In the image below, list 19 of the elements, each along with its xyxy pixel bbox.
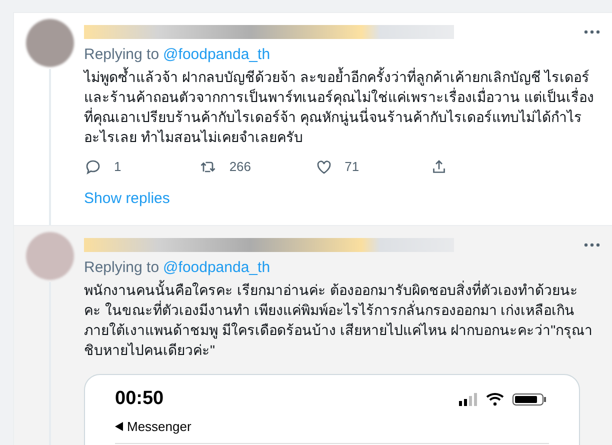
mention-link[interactable]: @foodpanda_th — [163, 45, 270, 65]
action-count: 1 — [114, 158, 122, 176]
more-icon[interactable] — [584, 29, 600, 35]
status-time: 00:50 — [115, 386, 164, 410]
action-count: 266 — [229, 158, 252, 176]
replying-label: Replying to — [84, 45, 160, 65]
mention-link[interactable]: @foodpanda_th — [163, 258, 270, 278]
tweet-text: พนักงานคนนั้นคือใครคะ เรียกมาอ่านค่ะ ต้องออกมารับผิดชอบสิ่งที่ตัวเองทำด้วยนะคะ ในขณะที่ตัวเองมีงานทำ เพียงแค่พิมพ์อะไรไร้การกลั่นกรองออกมา เก่งเหลือเกินภายใต้เงาแพนด้าชมพู มีใครเดือดร้อนบ้าง เสียหายไปแค่ไหน ฝากบอกนะคะว่า"กรุณาชิบหายไปคนเดียวค่ะ" — [84, 280, 594, 360]
heart-icon[interactable] — [314, 158, 333, 176]
avatar-placeholder[interactable] — [26, 19, 74, 67]
action-count: 71 — [344, 158, 360, 176]
show-replies-link[interactable]: Show replies — [84, 190, 170, 206]
back-app-label[interactable]: Messenger — [127, 417, 192, 436]
back-triangle-icon[interactable] — [115, 422, 123, 432]
more-icon[interactable] — [584, 242, 600, 248]
reply-icon[interactable] — [84, 158, 102, 176]
replying-label: Replying to — [84, 258, 160, 278]
embedded-screenshot[interactable]: 00:50 Messenger — [84, 374, 580, 445]
tweet-text: ไม่พูดซ้ำแล้วจ้า ฝากลบบัญชีด้วยจ้า ละขอย้ำอีกครั้งว่าที่ลูกค้าเค้ายกเลิกบัญชี ไรเดอร์และร้านค้าถอนตัวจากการเป็นพาร์ทเนอร์คุณไม่ใช่แค่เพราะเรื่องเมื่อวาน แต่เป็นเรื่องที่คุณเอาเปรียบร้านค้ากับไรเดอร์จ้า คุณหักนู่นนี่จนร้านค้ากับไรเดอร์แทบไม่ได้กำไรอะไรเลย ทำไมสอนไม่เคยจำเลยครับ — [84, 67, 595, 147]
